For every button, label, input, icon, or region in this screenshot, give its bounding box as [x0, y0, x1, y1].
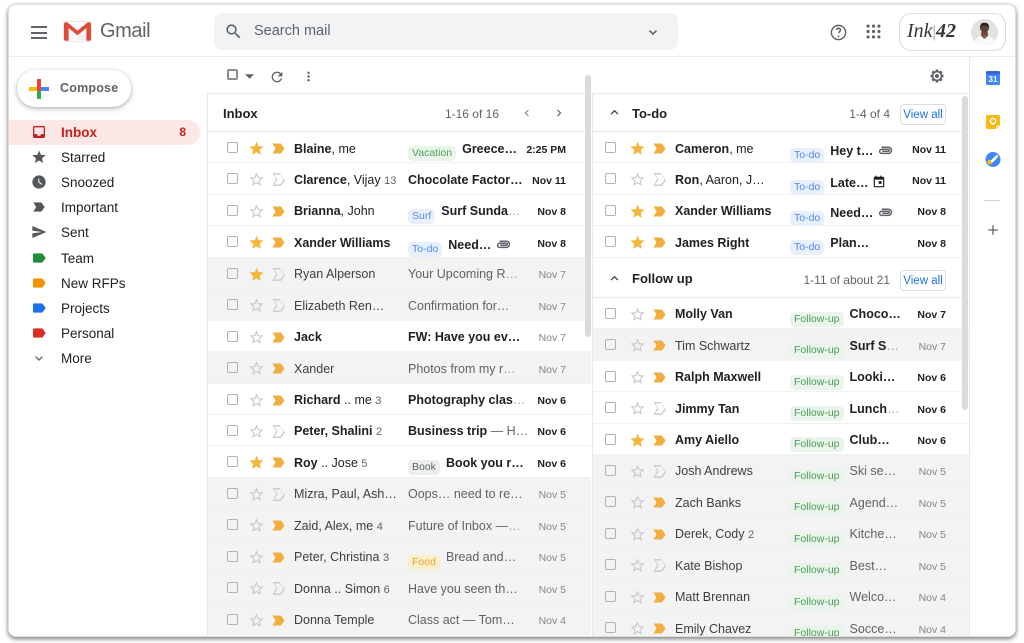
svg-text:31: 31	[988, 75, 997, 84]
